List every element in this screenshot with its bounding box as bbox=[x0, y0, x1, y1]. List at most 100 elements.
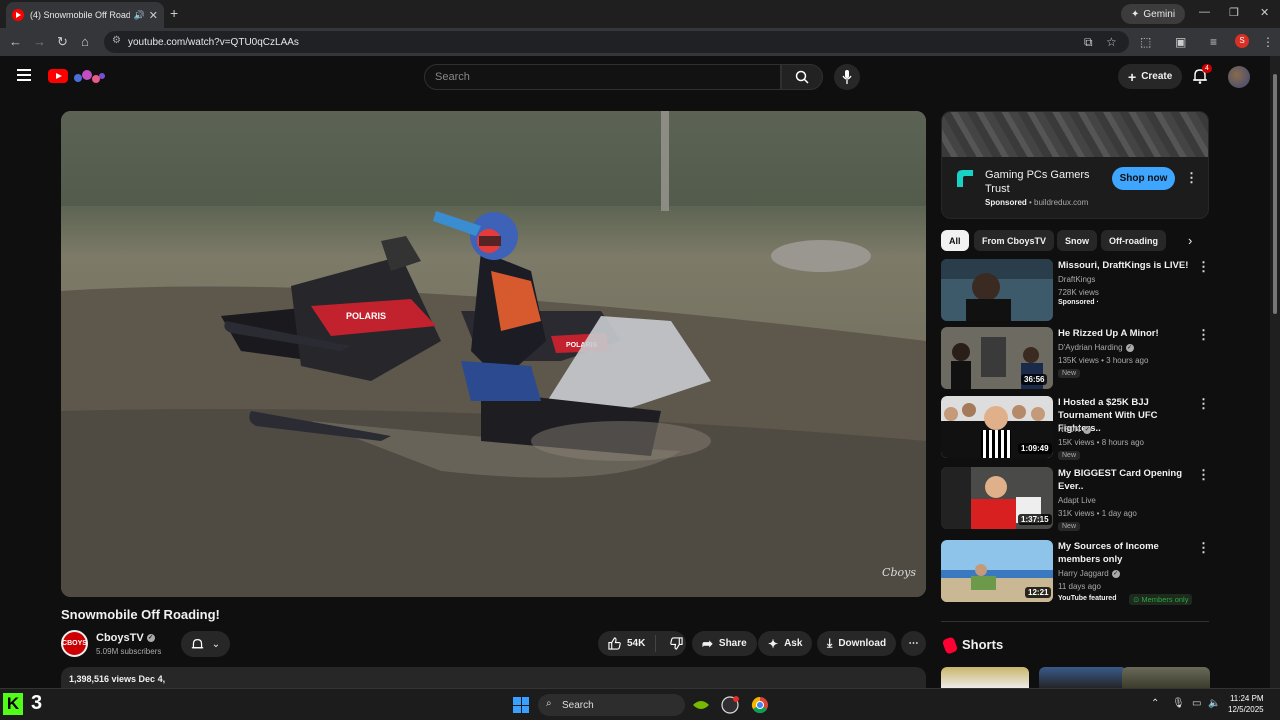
ask-button[interactable]: ✦ Ask bbox=[758, 631, 813, 656]
short-thumbnail[interactable] bbox=[1122, 667, 1210, 689]
microphone-tray-icon[interactable]: 🎙 bbox=[1172, 698, 1185, 709]
divider bbox=[941, 621, 1209, 622]
subscriber-count: 5.09M subscribers bbox=[96, 647, 162, 656]
duration-badge: 1:37:15 bbox=[1018, 514, 1052, 525]
youtube-doodle-icon[interactable] bbox=[70, 67, 106, 85]
list-item[interactable]: Missouri, DraftKings is LIVE! DraftKings… bbox=[941, 259, 1210, 321]
verified-check-icon: ✓ bbox=[1125, 343, 1134, 352]
chip-all[interactable]: All bbox=[941, 230, 969, 251]
search-button[interactable] bbox=[781, 64, 823, 90]
address-bar[interactable]: ⚙ youtube.com/watch?v=QTU0qCzLAAs bbox=[104, 31, 1129, 53]
video-thumbnail bbox=[941, 259, 1053, 321]
tab-title: (4) Snowmobile Off Roading! bbox=[30, 10, 130, 20]
more-icon[interactable]: ⋮ bbox=[1197, 467, 1210, 483]
share-button[interactable]: ➦ Share bbox=[692, 631, 757, 656]
dislike-button[interactable] bbox=[662, 637, 691, 650]
channel-name[interactable]: CboysTV ✓ bbox=[96, 632, 155, 644]
reload-button[interactable]: ↻ bbox=[57, 34, 68, 50]
channel-name-text: Harry Jaggard bbox=[1058, 569, 1109, 578]
volume-icon[interactable]: 🔈 bbox=[1208, 698, 1220, 709]
create-label: Create bbox=[1141, 71, 1173, 82]
new-tab-button[interactable]: + bbox=[170, 5, 178, 21]
youtube-logo[interactable] bbox=[48, 69, 68, 83]
bookmark-star-icon[interactable]: ☆ bbox=[1106, 35, 1117, 49]
channel-avatar[interactable]: CBOYS bbox=[61, 630, 88, 657]
members-only-badge: ⊙ Members only bbox=[1129, 594, 1193, 605]
system-clock[interactable]: 11:24 PM 12/5/2025 bbox=[1228, 693, 1264, 715]
sparkle-icon: ✦ bbox=[768, 636, 779, 651]
short-thumbnail[interactable] bbox=[941, 667, 1029, 689]
list-item[interactable]: 12:21 My Sources of Income members only … bbox=[941, 540, 1210, 605]
media-controls-icon[interactable]: ≡ bbox=[1210, 35, 1217, 49]
cast-icon[interactable]: ⧉ bbox=[1084, 35, 1093, 50]
forward-button[interactable]: → bbox=[33, 34, 46, 49]
svg-text:POLARIS: POLARIS bbox=[346, 311, 386, 321]
sidepanel-icon[interactable]: ▣ bbox=[1175, 35, 1186, 49]
voice-search-button[interactable] bbox=[834, 64, 860, 90]
chip-off-roading[interactable]: Off-roading bbox=[1101, 230, 1166, 251]
page-scrollbar[interactable] bbox=[1270, 56, 1280, 688]
new-badge: New bbox=[1058, 451, 1081, 460]
shop-now-button[interactable]: Shop now bbox=[1112, 167, 1175, 190]
download-button[interactable]: ⤓ Download bbox=[817, 631, 897, 656]
chevron-up-icon[interactable]: ⌃ bbox=[1151, 698, 1159, 709]
gemini-button[interactable]: ✦ Gemini bbox=[1121, 4, 1186, 24]
short-thumbnail[interactable] bbox=[1039, 667, 1127, 689]
video-meta: 728K views bbox=[1058, 288, 1099, 297]
close-tab-icon[interactable]: ✕ bbox=[149, 9, 158, 22]
more-icon[interactable]: ⋮ bbox=[1197, 396, 1210, 412]
restore-button[interactable]: ❐ bbox=[1229, 6, 1239, 19]
windows-start-icon[interactable] bbox=[513, 697, 529, 713]
minimize-button[interactable]: — bbox=[1199, 6, 1210, 18]
video-title: He Rizzed Up A Minor! bbox=[1058, 328, 1159, 339]
obs-app-icon[interactable] bbox=[720, 695, 740, 715]
browser-menu-icon[interactable]: ⋮ bbox=[1262, 35, 1274, 49]
video-meta: 11 days ago bbox=[1058, 582, 1101, 591]
extensions-icon[interactable]: ⬚ bbox=[1140, 35, 1151, 49]
more-actions-button[interactable]: ⋯ bbox=[901, 631, 926, 656]
more-horizontal-icon: ⋯ bbox=[908, 638, 919, 649]
subscription-bell-button[interactable]: ⌄ bbox=[181, 631, 230, 657]
list-item[interactable]: 1:37:15 My BIGGEST Card Opening Ever.. A… bbox=[941, 467, 1210, 531]
list-item[interactable]: 1:09:49 I Hosted a $25K BJJ Tournament W… bbox=[941, 396, 1210, 460]
network-icon[interactable]: ▭ bbox=[1192, 698, 1201, 709]
chevron-right-icon[interactable]: › bbox=[1188, 233, 1192, 248]
like-button[interactable]: 54K bbox=[598, 635, 657, 652]
chip-snow[interactable]: Snow bbox=[1057, 230, 1097, 251]
ad-sponsor-line: Sponsored • buildredux.com bbox=[985, 198, 1089, 207]
channel-name: Harry Jaggard ✓ bbox=[1058, 569, 1120, 578]
buildredux-logo-icon bbox=[957, 170, 973, 187]
ad-card[interactable]: Gaming PCs Gamers Trust Sponsored • buil… bbox=[941, 111, 1209, 219]
back-button[interactable]: ← bbox=[9, 34, 22, 49]
speaker-icon[interactable]: 🔊 bbox=[134, 10, 145, 21]
browser-tab[interactable]: (4) Snowmobile Off Roading! 🔊 ✕ bbox=[6, 2, 164, 28]
site-info-icon[interactable]: ⚙ bbox=[112, 35, 121, 46]
kick-logo-icon[interactable]: K bbox=[3, 693, 23, 715]
home-button[interactable]: ⌂ bbox=[81, 34, 89, 49]
download-label: Download bbox=[838, 638, 887, 649]
notification-count-badge: 4 bbox=[1202, 64, 1212, 73]
search-input[interactable]: Search bbox=[424, 64, 781, 90]
nvidia-app-icon[interactable] bbox=[691, 695, 711, 715]
more-icon[interactable]: ⋮ bbox=[1197, 259, 1210, 275]
user-avatar[interactable] bbox=[1228, 66, 1250, 88]
more-icon[interactable]: ⋮ bbox=[1197, 540, 1210, 556]
search-icon: ⌕ bbox=[546, 698, 552, 709]
gemini-label: Gemini bbox=[1143, 8, 1176, 20]
chrome-app-icon[interactable] bbox=[750, 695, 770, 715]
close-window-button[interactable]: ✕ bbox=[1260, 6, 1269, 19]
search-placeholder: Search bbox=[435, 71, 470, 83]
microphone-icon bbox=[842, 70, 852, 84]
taskbar-search[interactable]: ⌕ Search bbox=[538, 694, 685, 716]
menu-hamburger-icon[interactable] bbox=[17, 69, 31, 81]
channel-name: DraftKings bbox=[1058, 275, 1096, 284]
channel-name-text: N3ON bbox=[1058, 425, 1081, 434]
chip-from-channel[interactable]: From CboysTV bbox=[974, 230, 1055, 251]
scrollbar-thumb[interactable] bbox=[1273, 74, 1277, 314]
profile-avatar[interactable]: S bbox=[1235, 34, 1249, 48]
more-icon[interactable]: ⋮ bbox=[1197, 327, 1210, 343]
video-player[interactable]: POLARIS POLARIS Cboys bbox=[61, 111, 926, 597]
ad-more-icon[interactable]: ⋮ bbox=[1185, 170, 1198, 186]
create-button[interactable]: + Create bbox=[1118, 64, 1183, 89]
list-item[interactable]: 36:56 He Rizzed Up A Minor! D'Aydrian Ha… bbox=[941, 327, 1210, 389]
